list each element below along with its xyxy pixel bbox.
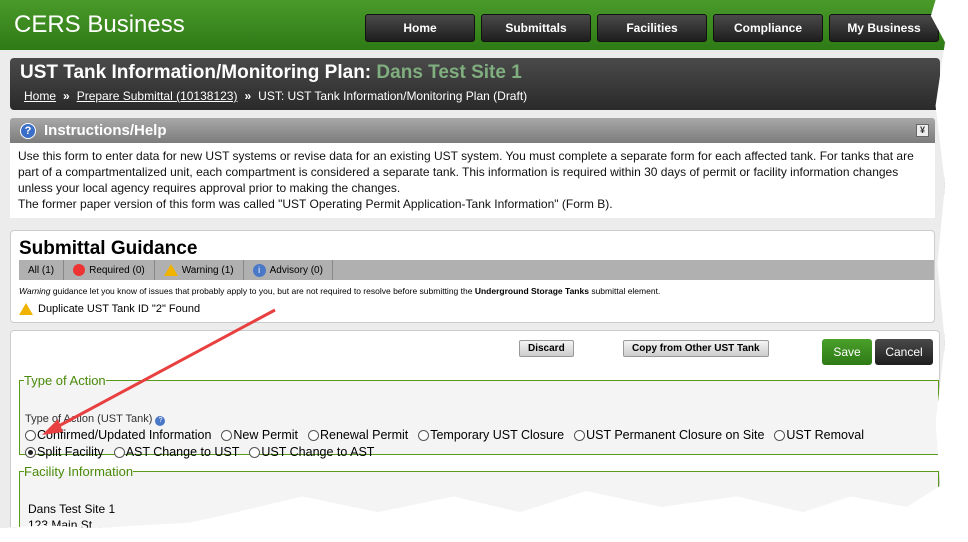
arrow-line bbox=[54, 308, 276, 430]
arrow-head bbox=[42, 419, 63, 435]
annotation-arrow bbox=[42, 308, 276, 435]
